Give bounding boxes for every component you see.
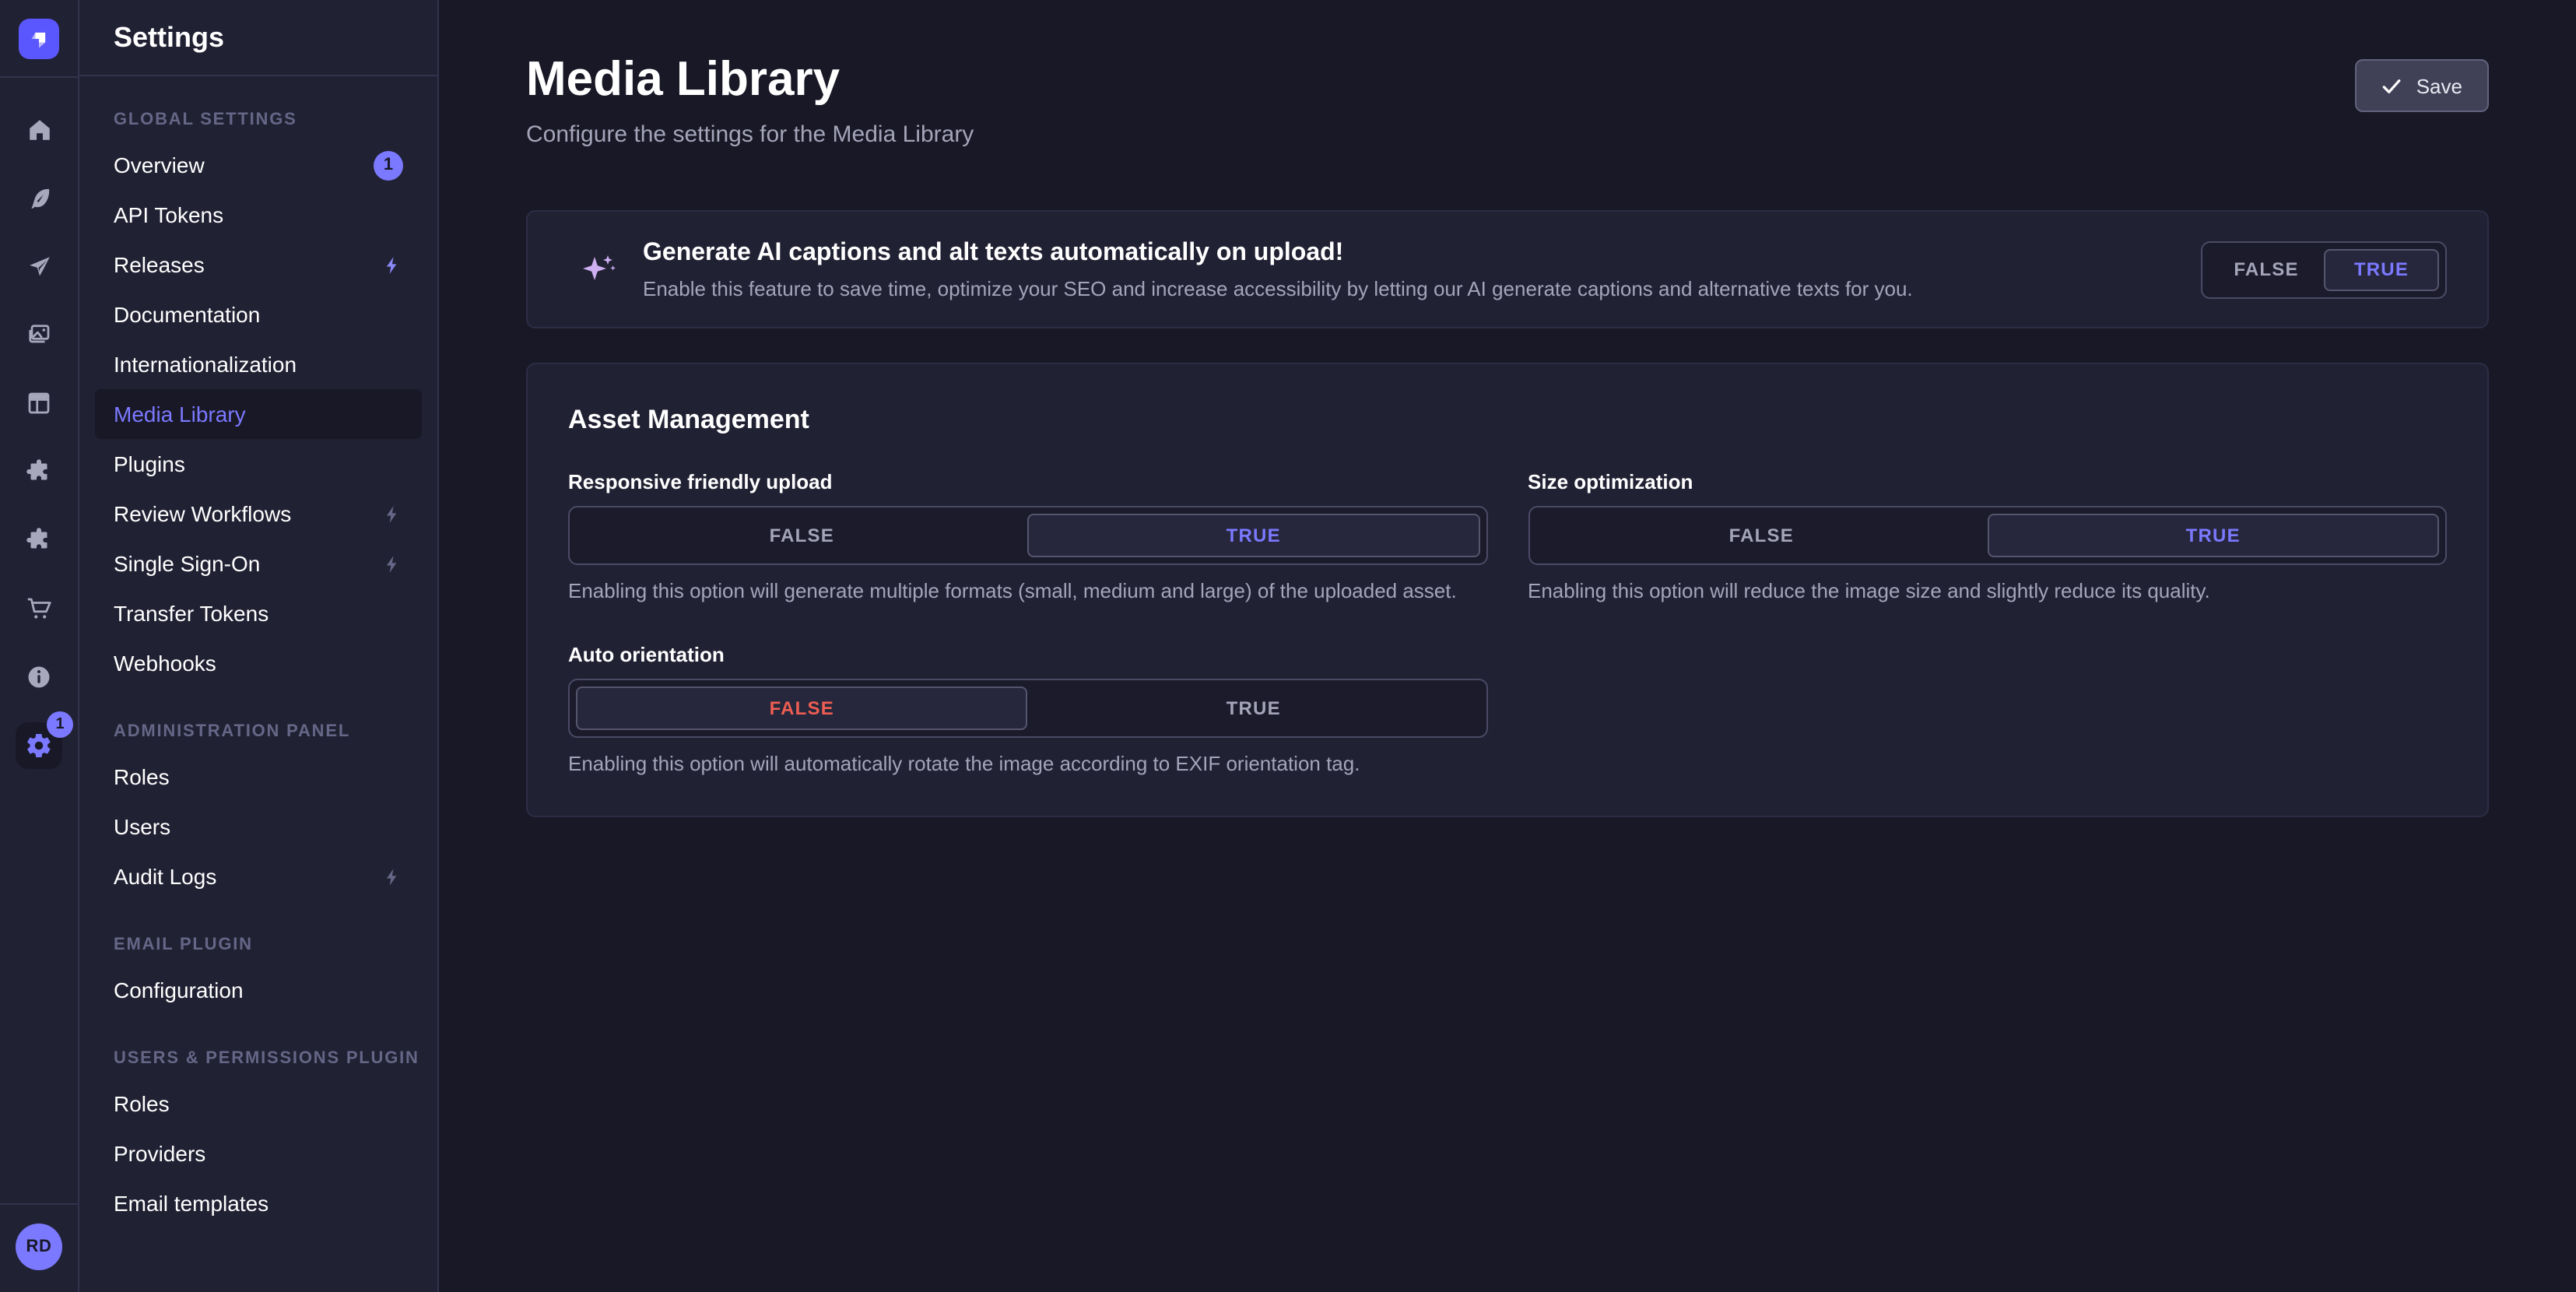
section-label: GLOBAL SETTINGS <box>95 111 422 129</box>
feather-icon[interactable] <box>16 174 62 221</box>
banner-title: Generate AI captions and alt texts autom… <box>643 239 2201 267</box>
responsive-upload-toggle: FALSE TRUE <box>568 506 1487 565</box>
sidebar-item-email-templates[interactable]: Email templates <box>95 1178 422 1228</box>
sidebar-item-transfer-tokens[interactable]: Transfer Tokens <box>95 588 422 638</box>
toggle-option-true[interactable]: TRUE <box>1028 514 1480 557</box>
sidebar-item-api-tokens[interactable]: API Tokens <box>95 190 422 240</box>
save-button[interactable]: Save <box>2356 59 2489 112</box>
field-hint: Enabling this option will reduce the ima… <box>1528 579 2447 602</box>
sidebar-item-audit-logs[interactable]: Audit Logs <box>95 851 422 901</box>
toggle-option-false[interactable]: FALSE <box>576 686 1028 730</box>
page-subtitle: Configure the settings for the Media Lib… <box>526 121 2489 148</box>
section-label: USERS & PERMISSIONS PLUGIN <box>95 1049 422 1068</box>
settings-gear-icon[interactable]: 1 <box>16 722 62 769</box>
toggle-option-false[interactable]: FALSE <box>576 514 1028 557</box>
strapi-logo-glyph <box>28 27 50 49</box>
toggle-option-true[interactable]: TRUE <box>1028 686 1480 730</box>
app-root: 1 RD Settings GLOBAL SETTINGS Overview 1… <box>0 0 2576 1292</box>
sidebar-item-review-workflows[interactable]: Review Workflows <box>95 489 422 539</box>
sidebar-item-webhooks[interactable]: Webhooks <box>95 638 422 688</box>
ai-captions-toggle: FALSE TRUE <box>2201 240 2447 298</box>
sidebar-item-up-roles[interactable]: Roles <box>95 1079 422 1129</box>
sparkle-icon <box>581 251 618 288</box>
marketplace-icon[interactable] <box>16 517 62 563</box>
check-icon <box>2382 75 2402 96</box>
rail-footer: RD <box>0 1203 78 1292</box>
sidebar-item-providers[interactable]: Providers <box>95 1129 422 1178</box>
page-title: Media Library <box>526 53 2489 106</box>
section-administration-panel: ADMINISTRATION PANEL Roles Users Audit L… <box>95 722 422 901</box>
rail-header <box>0 0 78 78</box>
rail-icon-list: 1 <box>16 78 62 1203</box>
settings-notification-badge: 1 <box>47 711 73 738</box>
notification-badge: 1 <box>374 150 403 180</box>
size-optimization-toggle: FALSE TRUE <box>1528 506 2447 565</box>
user-avatar[interactable]: RD <box>16 1224 62 1270</box>
section-users-permissions-plugin: USERS & PERMISSIONS PLUGIN Roles Provide… <box>95 1049 422 1228</box>
puzzle-icon[interactable] <box>16 448 62 495</box>
media-icon[interactable] <box>16 311 62 358</box>
field-hint: Enabling this option will generate multi… <box>568 579 1487 602</box>
settings-sidebar: Settings GLOBAL SETTINGS Overview 1 API … <box>79 0 439 1292</box>
field-hint: Enabling this option will automatically … <box>568 752 1487 775</box>
field-label: Responsive friendly upload <box>568 470 1487 493</box>
sidebar-item-admin-roles[interactable]: Roles <box>95 752 422 802</box>
lightning-icon <box>383 866 403 886</box>
sidebar-item-internationalization[interactable]: Internationalization <box>95 339 422 389</box>
layout-icon[interactable] <box>16 380 62 427</box>
sidebar-item-media-library[interactable]: Media Library <box>95 389 422 439</box>
field-responsive-friendly-upload: Responsive friendly upload FALSE TRUE En… <box>568 470 1487 602</box>
home-icon[interactable] <box>16 106 62 153</box>
strapi-logo[interactable] <box>19 18 59 58</box>
banner-text: Generate AI captions and alt texts autom… <box>618 239 2201 300</box>
toggle-option-true[interactable]: TRUE <box>1988 514 2440 557</box>
banner-description: Enable this feature to save time, optimi… <box>643 276 2201 300</box>
save-button-label: Save <box>2416 74 2462 97</box>
sidebar-item-email-configuration[interactable]: Configuration <box>95 965 422 1015</box>
sidebar-item-overview[interactable]: Overview 1 <box>95 140 422 190</box>
auto-orientation-toggle: FALSE TRUE <box>568 679 1487 738</box>
lightning-icon <box>383 504 403 524</box>
section-label: EMAIL PLUGIN <box>95 936 422 954</box>
section-global-settings: GLOBAL SETTINGS Overview 1 API Tokens Re… <box>95 111 422 688</box>
info-icon[interactable] <box>16 654 62 700</box>
asset-management-panel: Asset Management Responsive friendly upl… <box>526 363 2489 817</box>
field-label: Size optimization <box>1528 470 2447 493</box>
section-email-plugin: EMAIL PLUGIN Configuration <box>95 936 422 1015</box>
lightning-icon <box>383 255 403 275</box>
toggle-option-false[interactable]: FALSE <box>2209 248 2324 290</box>
sidebar-item-releases[interactable]: Releases <box>95 240 422 290</box>
ai-captions-banner: Generate AI captions and alt texts autom… <box>526 210 2489 328</box>
field-size-optimization: Size optimization FALSE TRUE Enabling th… <box>1528 470 2447 602</box>
field-label: Auto orientation <box>568 643 1487 666</box>
sidebar-nav: GLOBAL SETTINGS Overview 1 API Tokens Re… <box>79 76 437 1278</box>
send-icon[interactable] <box>16 243 62 290</box>
settings-grid: Responsive friendly upload FALSE TRUE En… <box>568 470 2447 775</box>
cart-icon[interactable] <box>16 585 62 632</box>
main-content: Media Library Configure the settings for… <box>439 0 2576 1292</box>
toggle-option-false[interactable]: FALSE <box>1535 514 1988 557</box>
panel-title: Asset Management <box>568 405 2447 436</box>
sidebar-item-admin-users[interactable]: Users <box>95 802 422 851</box>
sidebar-title: Settings <box>79 0 437 76</box>
sidebar-item-plugins[interactable]: Plugins <box>95 439 422 489</box>
field-auto-orientation: Auto orientation FALSE TRUE Enabling thi… <box>568 643 1487 775</box>
sidebar-item-documentation[interactable]: Documentation <box>95 290 422 339</box>
lightning-icon <box>383 553 403 574</box>
toggle-option-true[interactable]: TRUE <box>2324 248 2439 290</box>
section-label: ADMINISTRATION PANEL <box>95 722 422 741</box>
sidebar-item-single-sign-on[interactable]: Single Sign-On <box>95 539 422 588</box>
nav-rail: 1 RD <box>0 0 79 1292</box>
